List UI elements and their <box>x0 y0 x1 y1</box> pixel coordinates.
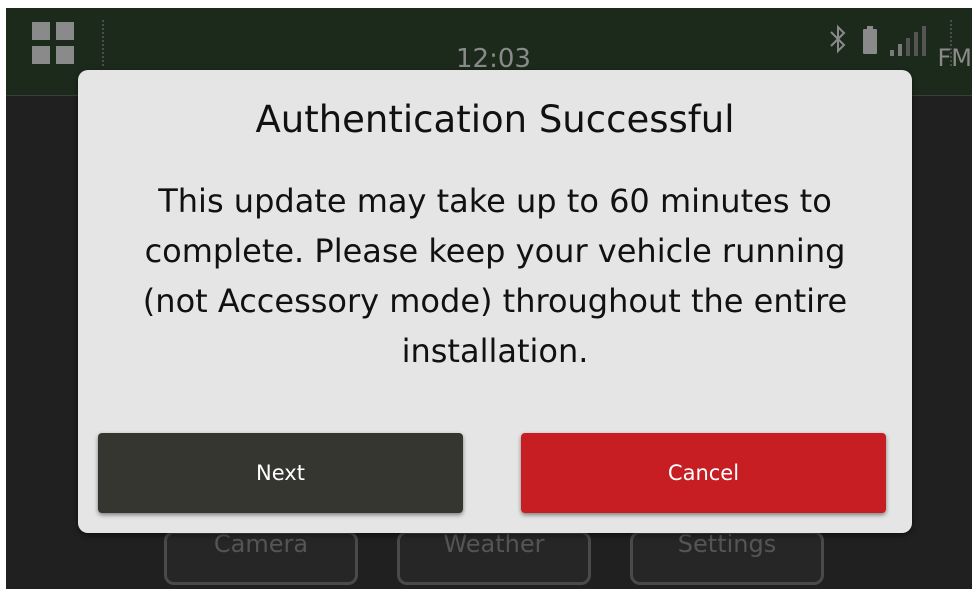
weather-tile[interactable]: Weather <box>397 531 591 585</box>
settings-tile-label: Settings <box>677 531 777 558</box>
status-divider <box>102 20 104 66</box>
battery-icon <box>863 26 877 54</box>
authentication-dialog: Authentication Successful This update ma… <box>78 70 912 533</box>
weather-tile-label: Weather <box>443 531 545 558</box>
cancel-button[interactable]: Cancel <box>521 433 886 513</box>
camera-tile[interactable]: Camera <box>164 531 358 585</box>
next-button[interactable]: Next <box>98 433 463 513</box>
dialog-title: Authentication Successful <box>255 98 735 141</box>
app-grid-icon[interactable] <box>32 22 74 64</box>
camera-tile-label: Camera <box>213 531 309 558</box>
settings-tile[interactable]: Settings <box>630 531 824 585</box>
radio-source-label[interactable]: FM <box>937 44 972 72</box>
bluetooth-icon <box>828 24 848 58</box>
dialog-message: This update may take up to 60 minutes to… <box>142 182 848 370</box>
signal-strength-icon <box>890 26 930 56</box>
